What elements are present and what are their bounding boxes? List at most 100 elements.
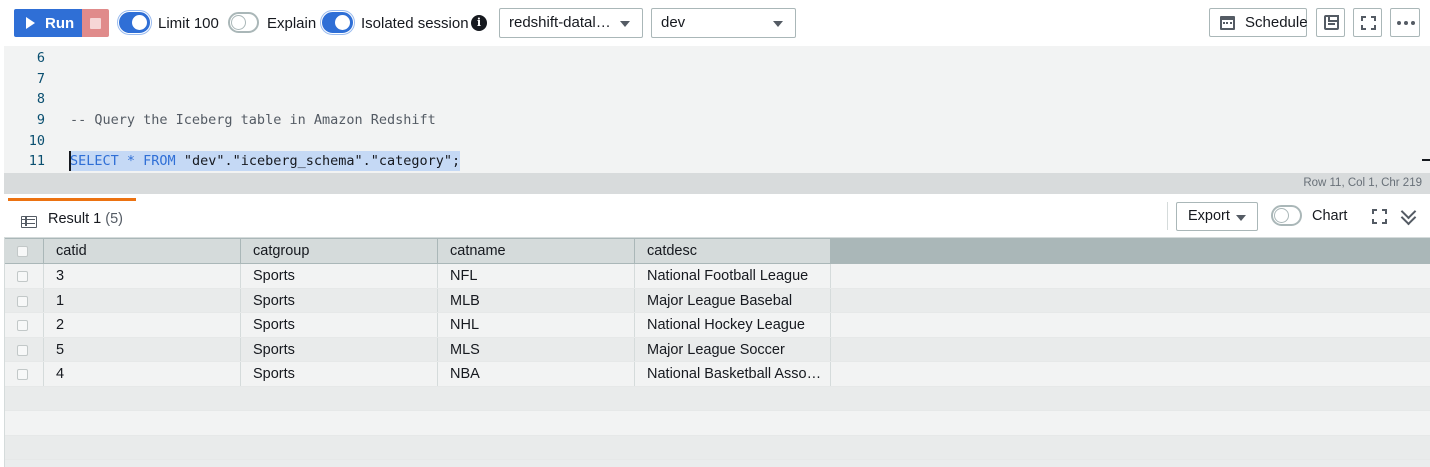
line-number: 9 [36,112,45,128]
table-cell: NFL [438,264,635,288]
row-select-cell [5,313,44,337]
table-cell: NHL [438,313,635,337]
limit-toggle[interactable] [117,10,152,35]
table-cell: National Basketball Asso… [635,362,831,386]
chart-toggle[interactable] [1271,205,1302,226]
row-checkbox[interactable] [17,320,28,331]
select-all-checkbox[interactable] [17,246,28,257]
table-row[interactable]: 1 Sports MLB Major League Basebal [5,288,1430,313]
code-line: 9 -- Query the Iceberg table in Amazon R… [4,110,1420,130]
row-select-cell [5,337,44,361]
table-header-filler [831,238,1430,264]
table-cell: MLB [438,288,635,312]
column-header[interactable]: catname [438,239,635,263]
line-number: 10 [28,133,45,149]
isolated-session-label: Isolated session [361,15,469,32]
run-label: Run [45,14,75,32]
sql-statement[interactable]: SELECT * FROM "dev"."iceberg_schema"."ca… [70,151,461,171]
table-row[interactable]: 5 Sports MLS Major League Soccer [5,337,1430,362]
cursor-status: Row 11, Col 1, Chr 219 [4,173,1430,194]
chevron-down-icon[interactable] [1400,206,1418,226]
table-row[interactable]: 3 Sports NFL National Football League [5,264,1430,289]
database-select[interactable]: dev [651,8,796,38]
table-cell: Sports [241,313,438,337]
run-button[interactable]: Run [14,9,82,37]
table-cell: Major League Basebal [635,288,831,312]
empty-row [5,386,1430,411]
table-cell: MLS [438,337,635,361]
code-line: 10 [4,131,1420,151]
sql-keyword-select: SELECT [70,153,119,169]
table-cell: National Football League [635,264,831,288]
column-header[interactable]: catdesc [635,239,831,263]
save-icon [1324,15,1339,30]
divider [1167,202,1168,230]
save-button[interactable] [1316,8,1345,37]
connection-value: redshift-datal… [509,14,611,31]
column-header[interactable]: catid [44,239,241,263]
chart-label: Chart [1312,208,1348,224]
row-checkbox[interactable] [17,271,28,282]
isolated-session-toggle[interactable] [320,10,355,35]
column-header[interactable]: catgroup [241,239,438,263]
fullscreen-button[interactable] [1353,8,1382,37]
results-table: catid catgroup catname catdesc 3 Sports … [4,238,1430,467]
export-label: Export [1188,208,1230,224]
empty-row [5,435,1430,460]
fullscreen-icon [1361,16,1376,30]
line-number: 11 [28,153,45,169]
table-cell: Sports [241,264,438,288]
row-select-cell [5,288,44,312]
line-number: 6 [36,50,45,66]
table-row[interactable]: 2 Sports NHL National Hockey League [5,313,1430,338]
row-checkbox[interactable] [17,295,28,307]
sql-editor[interactable]: 6 7 8 9 -- Query the Iceberg table in Am… [4,46,1430,173]
table-cell: NBA [438,362,635,386]
editor-toolbar: Run Limit 100 Explain Isolated session i… [0,0,1430,46]
limit-label: Limit 100 [158,15,219,32]
table-cell: 3 [44,264,241,288]
result-count: (5) [105,211,123,227]
text-cursor [69,151,71,171]
database-value: dev [661,14,686,31]
table-cell: Sports [241,362,438,386]
info-icon[interactable]: i [471,15,487,31]
row-checkbox[interactable] [17,369,28,380]
more-actions-button[interactable] [1390,8,1420,37]
table-cell: National Hockey League [635,313,831,337]
connection-select[interactable]: redshift-datal… [499,8,643,38]
scroll-marker [1422,159,1430,161]
caret-down-icon [620,21,630,27]
line-number: 7 [36,71,45,87]
table-header-row: catid catgroup catname catdesc [5,238,831,264]
table-cell: Sports [241,337,438,361]
select-all-cell [5,239,44,263]
explain-toggle[interactable] [228,12,259,33]
sql-operator: * [118,153,144,169]
table-cell: Major League Soccer [635,337,831,361]
stop-icon [90,18,101,29]
schedule-button[interactable]: Schedule [1209,8,1308,37]
line-number: 8 [36,91,45,107]
stop-button[interactable] [82,9,109,37]
empty-row [5,411,1430,436]
sql-table-ref: "dev"."iceberg_schema"."category"; [175,153,461,169]
table-cell: 5 [44,337,241,361]
table-row[interactable]: 4 Sports NBA National Basketball Asso… [5,362,1430,387]
fullscreen-icon[interactable] [1372,209,1387,224]
caret-down-icon [773,21,783,27]
results-header: Result 1 (5) Export Chart [4,194,1430,238]
explain-label: Explain [267,15,317,32]
table-cell: 4 [44,362,241,386]
code-line: 8 [4,89,1420,109]
caret-down-icon [1236,215,1246,221]
code-line: 6 [4,48,1420,68]
export-button[interactable]: Export [1176,202,1258,231]
row-checkbox[interactable] [17,344,28,356]
tab-result-1[interactable]: Result 1 (5) [8,198,136,238]
sql-comment: -- Query the Iceberg table in Amazon Red… [70,112,436,128]
table-cell: 1 [44,288,241,312]
table-icon [21,216,37,228]
row-select-cell [5,362,44,386]
code-line-selected: 11 SELECT * FROM "dev"."iceberg_schema".… [4,151,1420,171]
